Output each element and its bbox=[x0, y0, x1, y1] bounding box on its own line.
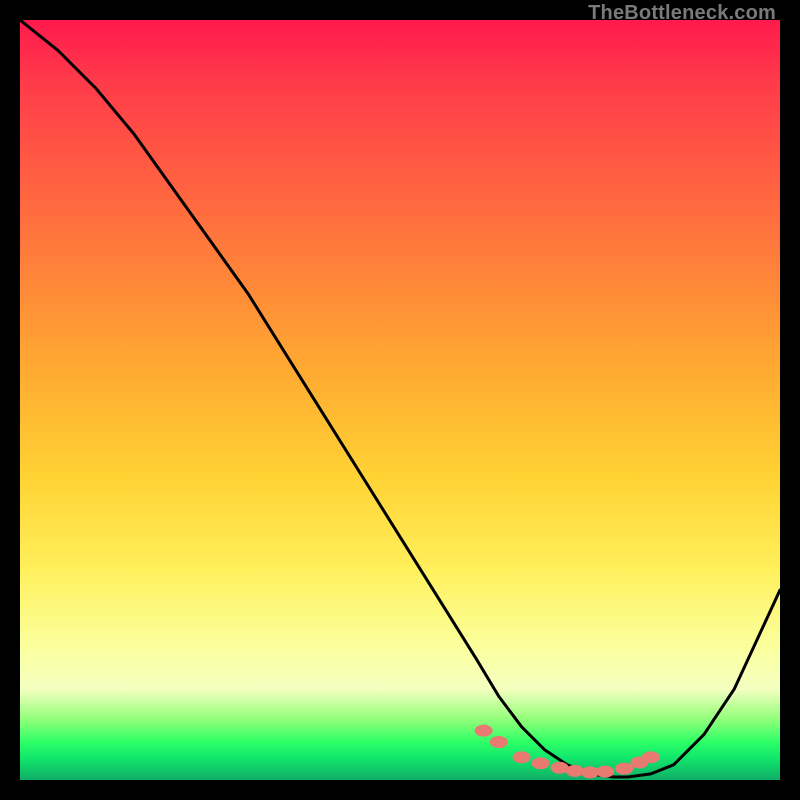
bottleneck-gradient-background bbox=[20, 20, 780, 780]
chart-frame bbox=[20, 20, 780, 780]
plot-area bbox=[20, 20, 780, 780]
